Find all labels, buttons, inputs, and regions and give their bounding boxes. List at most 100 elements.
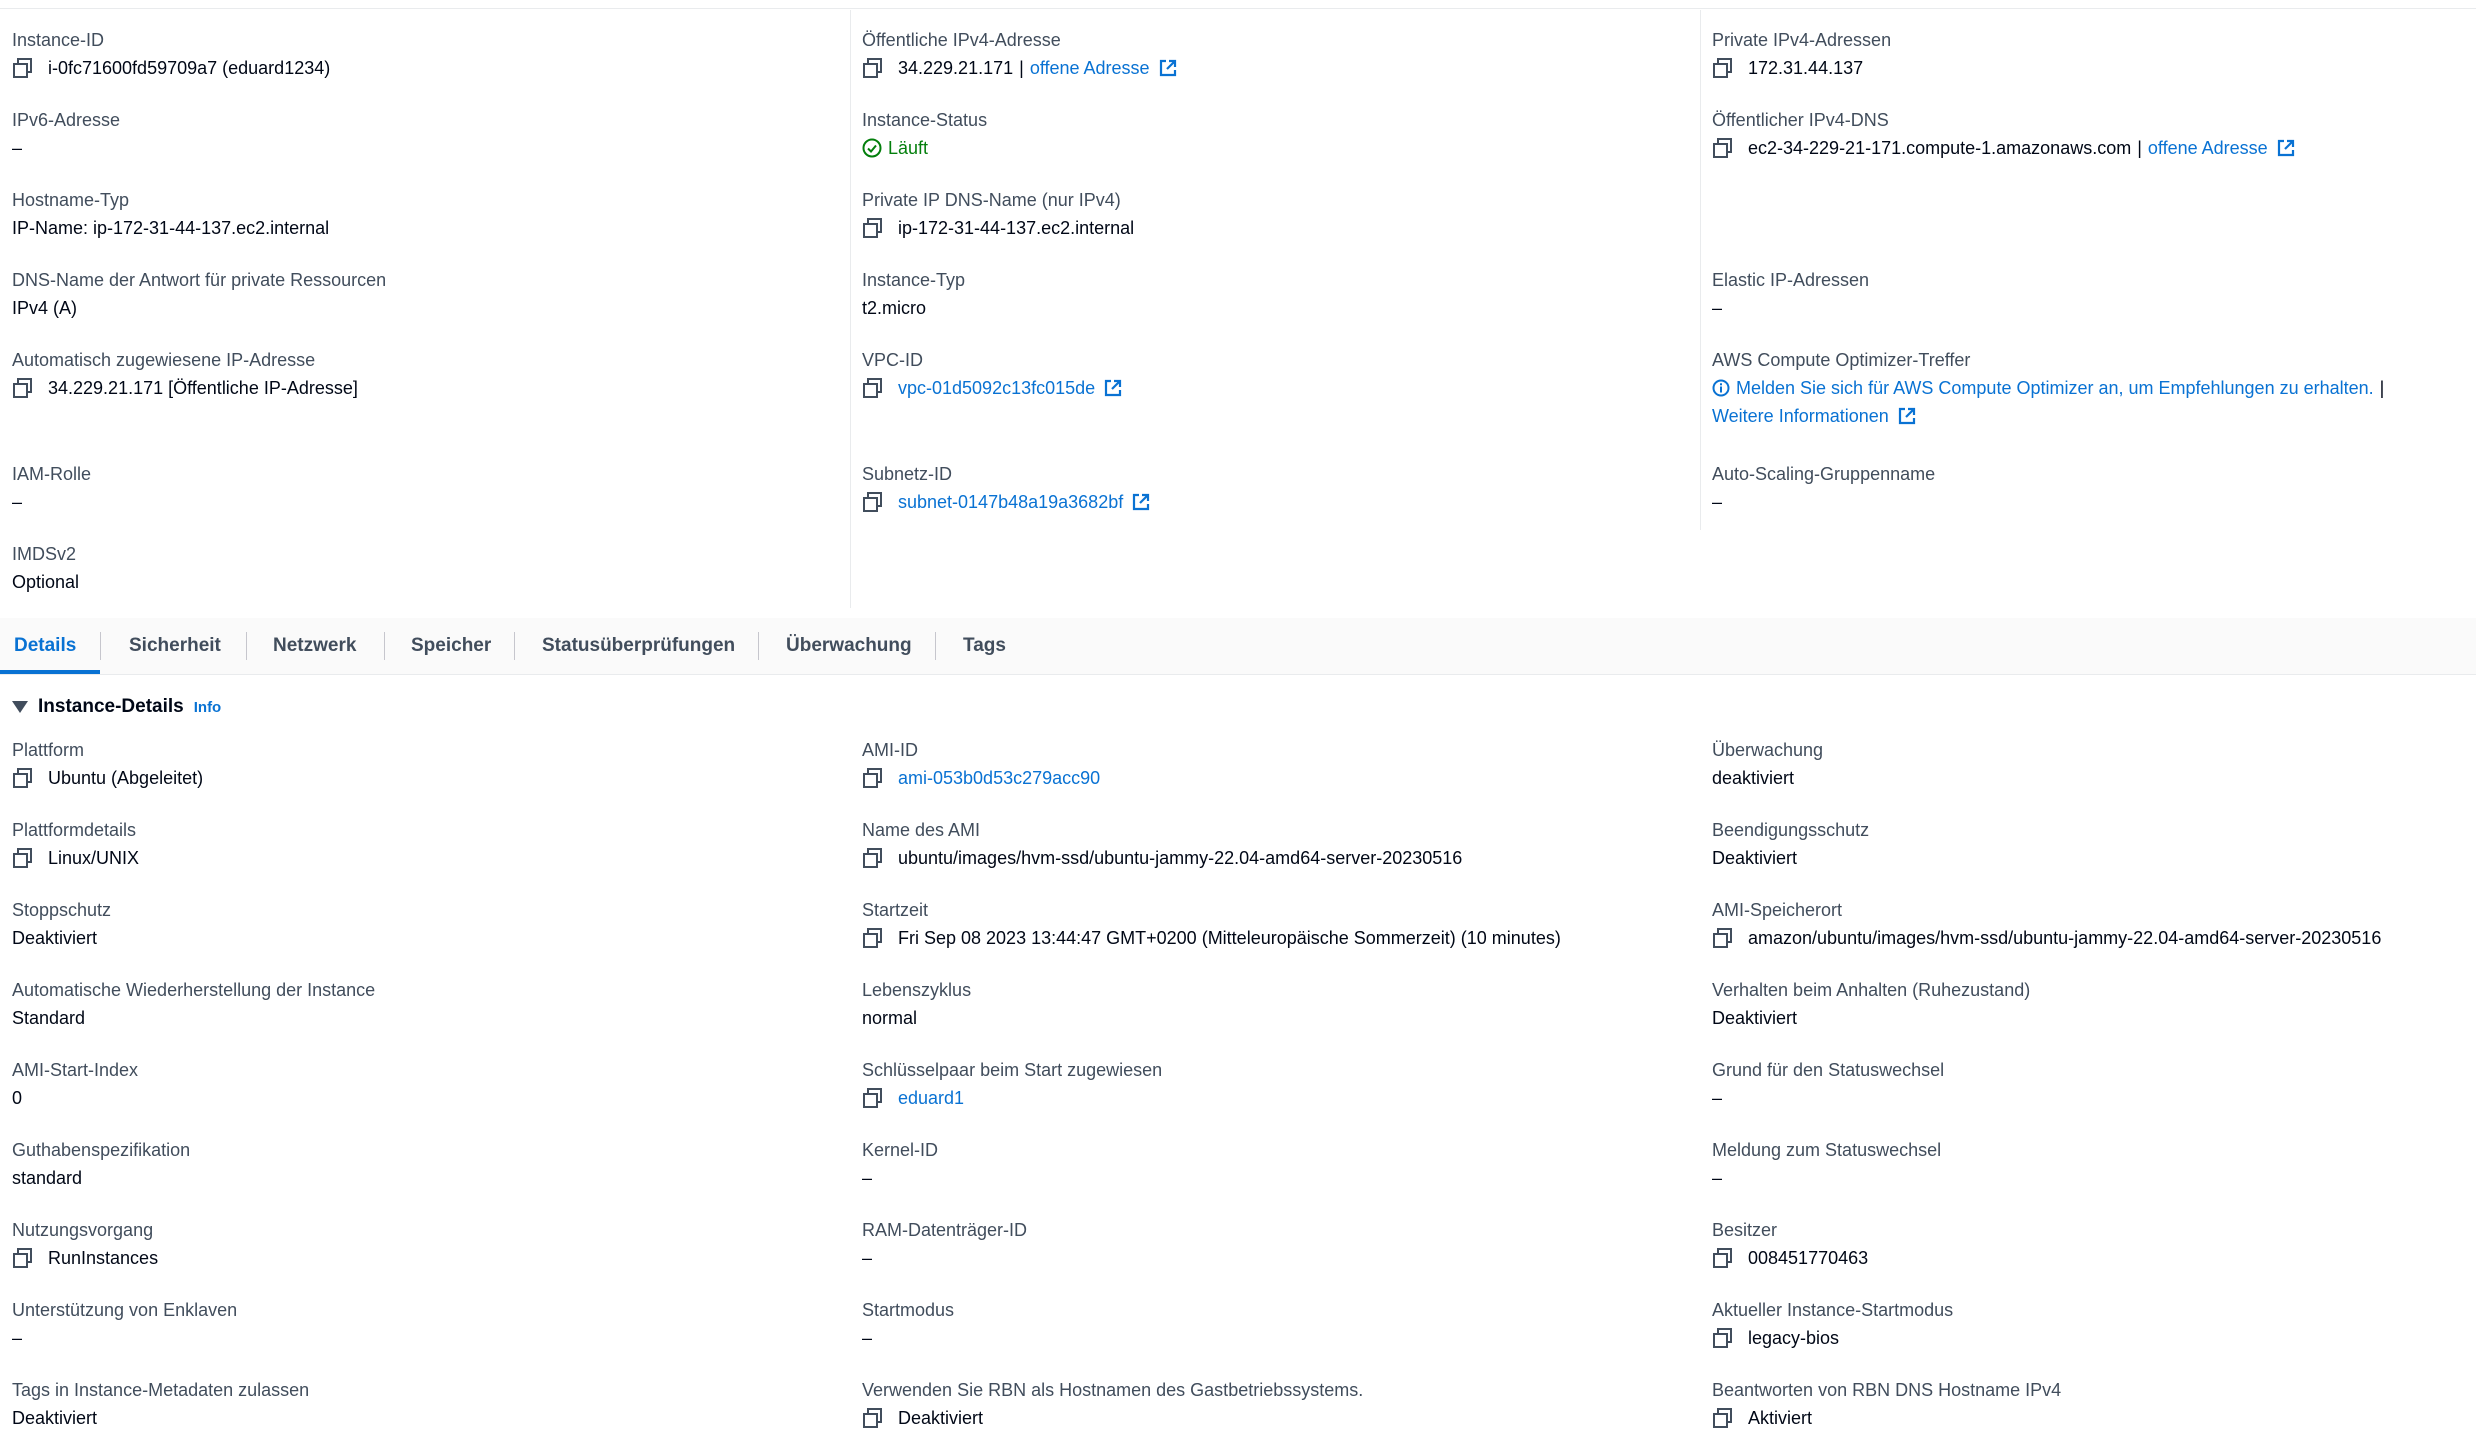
external-link-icon[interactable] xyxy=(2276,138,2296,158)
field-value: – xyxy=(1712,1168,1723,1188)
field-subnet-id: Subnetz-ID subnet-0147b48a19a3682bf xyxy=(862,462,1151,514)
field-value: 34.229.21.171 [Öffentliche IP-Adresse] xyxy=(48,378,358,398)
vpc-id-link[interactable]: vpc-01d5092c13fc015de xyxy=(898,376,1095,400)
copy-icon[interactable] xyxy=(1712,1407,1734,1429)
field-label: Instance-Status xyxy=(862,110,988,130)
field-private-ipv4: Private IPv4-Adressen 172.31.44.137 xyxy=(1712,28,1891,80)
copy-icon[interactable] xyxy=(12,847,34,869)
tab-monitoring[interactable]: Überwachung xyxy=(786,618,912,674)
field-value: – xyxy=(12,138,23,158)
field-ipv6: IPv6-Adresse – xyxy=(12,108,120,160)
tab-storage[interactable]: Speicher xyxy=(411,618,491,674)
section-title: Instance-Details xyxy=(38,696,184,717)
copy-icon[interactable] xyxy=(12,57,34,79)
field-label: Überwachung xyxy=(1712,740,1824,760)
field-compute-optimizer: AWS Compute Optimizer-Treffer Melden Sie… xyxy=(1712,348,2390,428)
copy-icon[interactable] xyxy=(862,927,884,949)
field-metadata-tags: Tags in Instance-Metadaten zulassen Deak… xyxy=(12,1378,309,1430)
field-label: Automatisch zugewiesene IP-Adresse xyxy=(12,350,316,370)
field-usage-operation: Nutzungsvorgang RunInstances xyxy=(12,1218,158,1270)
field-value: – xyxy=(862,1248,873,1268)
external-link-icon[interactable] xyxy=(1103,378,1123,398)
caret-down-icon[interactable] xyxy=(12,701,28,713)
copy-icon[interactable] xyxy=(862,847,884,869)
active-tab-indicator xyxy=(0,670,100,674)
field-auto-recovery: Automatische Wiederherstellung der Insta… xyxy=(12,978,375,1030)
field-label: Aktueller Instance-Startmodus xyxy=(1712,1300,1954,1320)
copy-icon[interactable] xyxy=(12,1247,34,1269)
tab-status-checks[interactable]: Statusüberprüfungen xyxy=(542,618,735,674)
field-value: ubuntu/images/hvm-ssd/ubuntu-jammy-22.04… xyxy=(898,848,1463,868)
copy-icon[interactable] xyxy=(1712,1327,1734,1349)
field-value: Fri Sep 08 2023 13:44:47 GMT+0200 (Mitte… xyxy=(898,928,1561,948)
field-value: Ubuntu (Abgeleitet) xyxy=(48,768,204,788)
field-label: Instance-ID xyxy=(12,30,105,50)
field-label: Automatische Wiederherstellung der Insta… xyxy=(12,980,376,1000)
copy-icon[interactable] xyxy=(1712,57,1734,79)
copy-icon[interactable] xyxy=(1712,1247,1734,1269)
field-value: – xyxy=(1712,1088,1723,1108)
field-monitoring: Überwachung deaktiviert xyxy=(1712,738,1823,790)
info-icon xyxy=(1712,379,1730,397)
field-rbn-dns: Beantworten von RBN DNS Hostname IPv4 Ak… xyxy=(1712,1378,2061,1430)
key-pair-link[interactable]: eduard1 xyxy=(898,1086,964,1110)
field-asg-name: Auto-Scaling-Gruppenname – xyxy=(1712,462,1935,514)
subnet-id-link[interactable]: subnet-0147b48a19a3682bf xyxy=(898,490,1123,514)
field-state-reason: Grund für den Statuswechsel – xyxy=(1712,1058,1944,1110)
info-link[interactable]: Info xyxy=(194,699,222,716)
field-value: – xyxy=(1712,492,1723,512)
field-platform: Plattform Ubuntu (Abgeleitet) xyxy=(12,738,203,790)
field-label: AWS Compute Optimizer-Treffer xyxy=(1712,350,1971,370)
field-value: legacy-bios xyxy=(1748,1328,1840,1348)
copy-icon[interactable] xyxy=(862,491,884,513)
field-termination-protection: Beendigungsschutz Deaktiviert xyxy=(1712,818,1869,870)
instance-details-header[interactable]: Instance-Details Info xyxy=(12,696,221,718)
field-label: Öffentliche IPv4-Adresse xyxy=(862,30,1061,50)
field-vpc-id: VPC-ID vpc-01d5092c13fc015de xyxy=(862,348,1123,400)
field-label: Nutzungsvorgang xyxy=(12,1220,154,1240)
open-address-link[interactable]: offene Adresse xyxy=(2148,136,2268,160)
external-link-icon[interactable] xyxy=(1158,58,1178,78)
tab-details[interactable]: Details xyxy=(14,618,76,674)
tab-separator xyxy=(384,632,385,660)
open-address-link[interactable]: offene Adresse xyxy=(1030,56,1150,80)
external-link-icon[interactable] xyxy=(1897,406,1917,426)
copy-icon[interactable] xyxy=(862,767,884,789)
copy-icon[interactable] xyxy=(1712,137,1734,159)
field-kernel-id: Kernel-ID – xyxy=(862,1138,938,1190)
field-value: – xyxy=(862,1328,873,1348)
field-platform-details: Plattformdetails Linux/UNIX xyxy=(12,818,139,870)
tab-tags[interactable]: Tags xyxy=(963,618,1006,674)
field-label: AMI-ID xyxy=(862,740,918,760)
field-key-pair: Schlüsselpaar beim Start zugewiesen edua… xyxy=(862,1058,1162,1110)
field-label: IAM-Rolle xyxy=(12,464,92,484)
copy-icon[interactable] xyxy=(862,1087,884,1109)
field-ami-launch-index: AMI-Start-Index 0 xyxy=(12,1058,138,1110)
field-imdsv2: IMDSv2 Optional xyxy=(12,542,79,594)
copy-icon[interactable] xyxy=(862,217,884,239)
field-value: normal xyxy=(862,1008,918,1028)
optimizer-signup-link[interactable]: Melden Sie sich für AWS Compute Optimize… xyxy=(1736,376,2374,400)
field-label: Lebenszyklus xyxy=(862,980,972,1000)
field-label: Tags in Instance-Metadaten zulassen xyxy=(12,1380,310,1400)
field-value: Deaktiviert xyxy=(12,1408,98,1428)
field-label: Plattform xyxy=(12,740,85,760)
field-enclave-support: Unterstützung von Enklaven – xyxy=(12,1298,237,1350)
field-value: Linux/UNIX xyxy=(48,848,140,868)
copy-icon[interactable] xyxy=(862,57,884,79)
tab-security[interactable]: Sicherheit xyxy=(129,618,221,674)
external-link-icon[interactable] xyxy=(1131,492,1151,512)
copy-icon[interactable] xyxy=(862,1407,884,1429)
field-value: Deaktiviert xyxy=(898,1408,984,1428)
top-divider xyxy=(0,8,2476,9)
tab-separator xyxy=(514,632,515,660)
copy-icon[interactable] xyxy=(1712,927,1734,949)
copy-icon[interactable] xyxy=(862,377,884,399)
field-label: Unterstützung von Enklaven xyxy=(12,1300,238,1320)
copy-icon[interactable] xyxy=(12,767,34,789)
check-circle-icon xyxy=(862,138,882,158)
more-info-link[interactable]: Weitere Informationen xyxy=(1712,404,1889,428)
copy-icon[interactable] xyxy=(12,377,34,399)
tab-network[interactable]: Netzwerk xyxy=(273,618,356,674)
ami-id-link[interactable]: ami-053b0d53c279acc90 xyxy=(898,766,1100,790)
